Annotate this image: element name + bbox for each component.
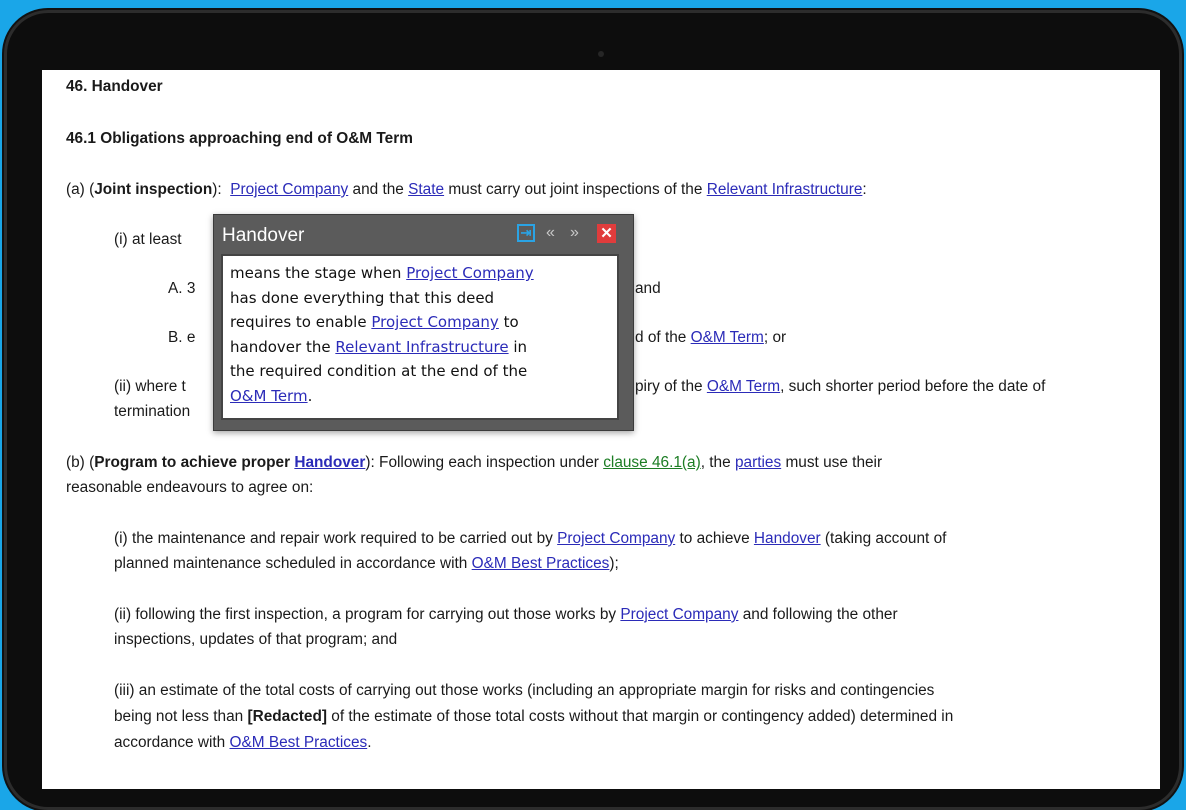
clause-a-ii-line2: termination <box>114 403 191 420</box>
link-parties[interactable]: parties <box>735 454 781 471</box>
link-om-best-practices[interactable]: O&M Best Practices <box>230 734 368 751</box>
clause-a: (a) (Joint inspection): Project Company … <box>66 181 867 198</box>
popup-line: the required condition at the end of the <box>230 362 528 380</box>
clause-a-ii-tail: piry of the O&M Term, such shorter perio… <box>635 378 1046 395</box>
clause-b-iii: (iii) an estimate of the total costs of … <box>114 682 935 699</box>
link-project-company[interactable]: Project Company <box>371 313 498 331</box>
popup-line: O&M Term. <box>230 386 313 405</box>
clause-a-i: (i) at least <box>114 231 182 248</box>
clause-b-ii-line2: inspections, updates of that program; an… <box>114 631 398 648</box>
link-om-term[interactable]: O&M Term <box>707 378 780 395</box>
previous-icon[interactable]: « <box>546 224 555 242</box>
clause-a-B: B. e <box>168 329 196 346</box>
clause-b-line2: reasonable endeavours to agree on: <box>66 479 314 496</box>
definition-popup[interactable]: Handover ⇥ « » ✕ means the stage when Pr… <box>213 214 634 431</box>
clause-a-A: A. 3 <box>168 280 196 297</box>
link-handover[interactable]: Handover <box>754 530 821 547</box>
link-project-company[interactable]: Project Company <box>620 606 738 623</box>
device-frame: 46. Handover 46.1 Obligations approachin… <box>4 10 1182 810</box>
heading-46-1: 46.1 Obligations approaching end of O&M … <box>66 130 413 147</box>
clause-b-ii: (ii) following the first inspection, a p… <box>114 606 898 623</box>
link-clause-46-1-a[interactable]: clause 46.1(a) <box>603 454 701 471</box>
camera-dot <box>598 51 604 57</box>
popup-title: Handover <box>222 225 305 246</box>
popup-line: means the stage when Project Company <box>230 264 534 282</box>
link-project-company[interactable]: Project Company <box>557 530 675 547</box>
popup-line: has done everything that this deed <box>230 288 495 307</box>
heading-46: 46. Handover <box>66 78 163 95</box>
clause-b-i-line2: planned maintenance scheduled in accorda… <box>114 555 619 572</box>
clause-b-iii-line2: being not less than [Redacted] of the es… <box>114 708 954 725</box>
clause-a-A-tail: and <box>635 280 661 297</box>
close-icon[interactable]: ✕ <box>597 224 616 243</box>
document-viewer: 46. Handover 46.1 Obligations approachin… <box>42 70 1160 789</box>
link-om-term[interactable]: O&M Term <box>230 387 308 405</box>
pin-to-panel-icon[interactable]: ⇥ <box>517 224 535 242</box>
clause-b: (b) (Program to achieve proper Handover)… <box>66 454 883 471</box>
link-project-company[interactable]: Project Company <box>230 181 348 198</box>
popup-line: handover the Relevant Infrastructure in <box>230 337 528 356</box>
link-state[interactable]: State <box>408 181 444 198</box>
link-relevant-infrastructure[interactable]: Relevant Infrastructure <box>707 181 863 198</box>
popup-line: requires to enable Project Company to <box>230 313 519 331</box>
link-om-best-practices[interactable]: O&M Best Practices <box>472 555 610 572</box>
link-om-term[interactable]: O&M Term <box>691 329 764 346</box>
link-relevant-infrastructure[interactable]: Relevant Infrastructure <box>335 338 508 356</box>
link-handover[interactable]: Handover <box>294 454 365 471</box>
clause-a-B-tail: d of the O&M Term; or <box>635 329 787 346</box>
link-project-company[interactable]: Project Company <box>406 264 533 282</box>
clause-b-iii-line3: accordance with O&M Best Practices. <box>114 734 372 751</box>
clause-a-ii: (ii) where t <box>114 378 186 395</box>
next-icon[interactable]: » <box>570 224 579 242</box>
popup-definition-body: means the stage when Project Company has… <box>221 254 619 420</box>
clause-b-i: (i) the maintenance and repair work requ… <box>114 530 947 547</box>
